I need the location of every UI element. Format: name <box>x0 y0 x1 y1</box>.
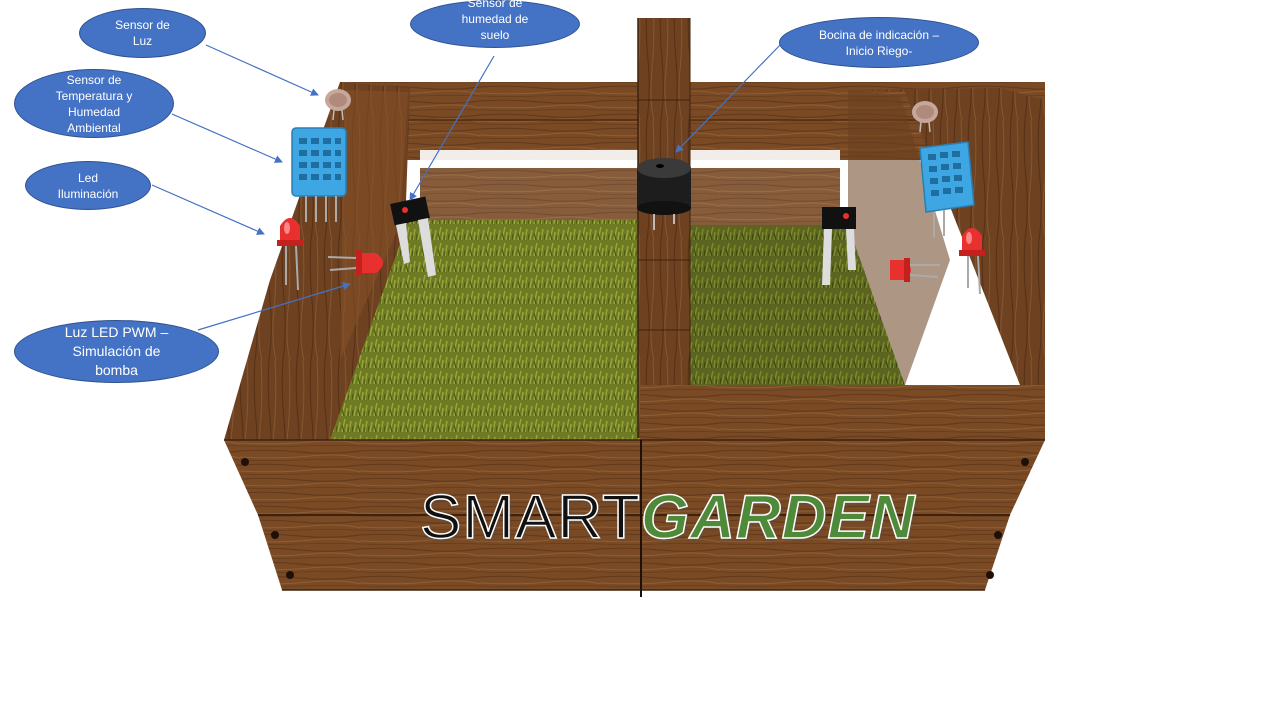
center-divider <box>637 18 691 438</box>
brand-title: SMARTGARDEN <box>419 482 916 553</box>
right-front-board <box>640 385 1045 440</box>
brand-title-garden: GARDEN <box>640 482 916 553</box>
brand-title-smart: SMART <box>419 482 641 553</box>
led-lighting-callout: Led Iluminación <box>25 161 151 210</box>
soil-moisture-sensor-callout: Sensor de humedad de suelo <box>410 0 580 48</box>
buzzer-callout: Bocina de indicación – Inicio Riego- <box>779 17 979 68</box>
light-sensor-callout: Sensor de Luz <box>79 8 206 58</box>
pwm-led-callout: Luz LED PWM – Simulación de bomba <box>14 320 219 383</box>
temp-humidity-sensor-callout: Sensor de Temperatura y Humedad Ambienta… <box>14 69 174 138</box>
